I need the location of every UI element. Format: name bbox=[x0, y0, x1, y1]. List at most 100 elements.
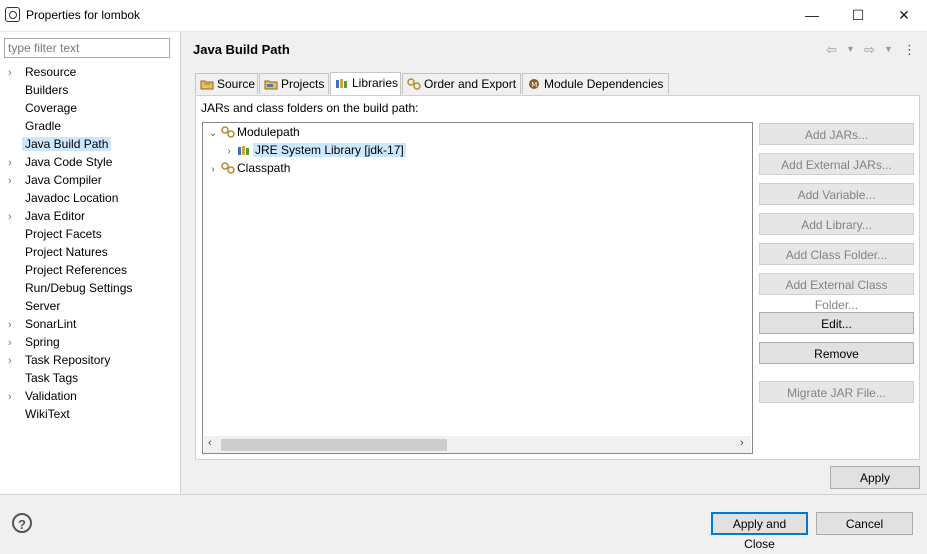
horizontal-scrollbar[interactable]: ‹ › bbox=[204, 436, 751, 453]
expand-arrow-icon[interactable]: › bbox=[8, 316, 22, 334]
nav-item-sonarlint[interactable]: › SonarLint bbox=[8, 315, 79, 333]
nav-item-run-debug-settings[interactable]: Run/Debug Settings bbox=[8, 279, 135, 297]
nav-item-label: Coverage bbox=[25, 101, 78, 115]
add-external-class-folder-button[interactable]: Add External Class Folder... bbox=[759, 273, 914, 312]
scroll-left-icon[interactable]: ‹ bbox=[208, 437, 212, 449]
expand-arrow-icon[interactable]: › bbox=[8, 154, 22, 172]
tab-module-dependencies[interactable]: M Module Dependencies bbox=[522, 73, 669, 94]
migrate-jar-file-button[interactable]: Migrate JAR File... bbox=[759, 381, 914, 403]
tree-node-jre-system-library[interactable]: › JRE System Library [jdk-17] bbox=[223, 141, 406, 159]
nav-item-server[interactable]: Server bbox=[8, 297, 63, 315]
tree-node-classpath[interactable]: › Classpath bbox=[207, 159, 290, 177]
nav-item-project-natures[interactable]: Project Natures bbox=[8, 243, 111, 261]
nav-item-java-compiler[interactable]: › Java Compiler bbox=[8, 171, 105, 189]
view-menu-icon[interactable]: ⋮ bbox=[903, 42, 916, 58]
collapse-arrow-icon[interactable]: › bbox=[207, 161, 219, 179]
forward-menu-icon[interactable]: ▼ bbox=[884, 44, 893, 54]
add-external-jars-button[interactable]: Add External JARs... bbox=[759, 153, 914, 175]
expand-arrow-icon[interactable]: › bbox=[8, 172, 22, 190]
expand-arrow-icon[interactable]: › bbox=[8, 208, 22, 226]
apply-button[interactable]: Apply bbox=[830, 466, 920, 489]
cancel-button[interactable]: Cancel bbox=[816, 512, 913, 535]
nav-item-label: WikiText bbox=[25, 407, 70, 421]
nav-item-label: Javadoc Location bbox=[25, 191, 119, 205]
scrollbar-thumb[interactable] bbox=[221, 439, 447, 451]
nav-item-project-facets[interactable]: Project Facets bbox=[8, 225, 105, 243]
apply-and-close-button[interactable]: Apply and Close bbox=[711, 512, 808, 551]
svg-text:M: M bbox=[531, 81, 537, 89]
jre-library-icon bbox=[237, 143, 251, 155]
libraries-tab-content: JARs and class folders on the build path… bbox=[195, 95, 920, 460]
scroll-right-icon[interactable]: › bbox=[740, 437, 744, 449]
nav-item-label: Gradle bbox=[25, 119, 62, 133]
nav-item-wikitext[interactable]: WikiText bbox=[8, 405, 73, 423]
tree-node-modulepath[interactable]: ⌄ Modulepath bbox=[207, 123, 300, 141]
back-arrow-icon[interactable]: ⇦ bbox=[826, 42, 837, 58]
nav-item-label: SonarLint bbox=[25, 317, 77, 331]
back-menu-icon[interactable]: ▼ bbox=[846, 44, 855, 54]
nav-item-label: Project References bbox=[25, 263, 128, 277]
tab-libraries[interactable]: Libraries bbox=[330, 72, 401, 95]
property-page: Java Build Path ⇦ ▼ ⇨ ▼ ⋮ Source Project… bbox=[181, 32, 927, 494]
add-library-button[interactable]: Add Library... bbox=[759, 213, 914, 235]
nav-item-label: Validation bbox=[25, 389, 77, 403]
nav-item-label: Task Tags bbox=[25, 371, 79, 385]
nav-item-validation[interactable]: › Validation bbox=[8, 387, 80, 405]
nav-item-java-code-style[interactable]: › Java Code Style bbox=[8, 153, 115, 171]
window-title: Properties for lombok bbox=[26, 8, 141, 22]
source-folder-icon bbox=[200, 76, 214, 90]
minimize-button[interactable]: — bbox=[789, 0, 835, 31]
nav-item-label: Builders bbox=[25, 83, 69, 97]
eclipse-app-icon bbox=[5, 7, 20, 22]
nav-item-label: Task Repository bbox=[25, 353, 111, 367]
nav-item-project-references[interactable]: Project References bbox=[8, 261, 130, 279]
add-variable-button[interactable]: Add Variable... bbox=[759, 183, 914, 205]
expand-arrow-icon[interactable]: › bbox=[8, 64, 22, 82]
expand-arrow-icon[interactable]: ⌄ bbox=[207, 125, 219, 143]
nav-item-label: Java Editor bbox=[25, 209, 86, 223]
nav-item-gradle[interactable]: Gradle bbox=[8, 117, 64, 135]
nav-item-label: Java Code Style bbox=[25, 155, 113, 169]
build-path-tree[interactable]: ⌄ Modulepath › JRE System Library [jdk-17]… bbox=[202, 122, 753, 454]
nav-item-coverage[interactable]: Coverage bbox=[8, 99, 80, 117]
nav-item-java-editor[interactable]: › Java Editor bbox=[8, 207, 88, 225]
expand-arrow-icon[interactable]: › bbox=[8, 388, 22, 406]
nav-item-label: Java Build Path bbox=[22, 137, 112, 151]
nav-item-label: Run/Debug Settings bbox=[25, 281, 133, 295]
nav-item-resource[interactable]: › Resource bbox=[8, 63, 79, 81]
nav-item-spring[interactable]: › Spring bbox=[8, 333, 63, 351]
filter-input[interactable] bbox=[4, 38, 170, 58]
edit-button[interactable]: Edit... bbox=[759, 312, 914, 334]
nav-item-java-build-path[interactable]: Java Build Path bbox=[8, 135, 112, 153]
add-jars-button[interactable]: Add JARs... bbox=[759, 123, 914, 145]
nav-item-javadoc-location[interactable]: Javadoc Location bbox=[8, 189, 121, 207]
nav-item-label: Java Compiler bbox=[25, 173, 102, 187]
modulepath-icon bbox=[221, 125, 235, 138]
classpath-icon bbox=[221, 161, 235, 174]
maximize-button[interactable]: ☐ bbox=[835, 0, 881, 31]
tab-source[interactable]: Source bbox=[195, 73, 258, 94]
nav-item-task-repository[interactable]: › Task Repository bbox=[8, 351, 113, 369]
tab-order-and-export[interactable]: Order and Export bbox=[402, 73, 521, 94]
remove-button[interactable]: Remove bbox=[759, 342, 914, 364]
module-dependencies-icon: M bbox=[527, 76, 541, 89]
close-button[interactable]: ✕ bbox=[881, 0, 927, 31]
nav-item-label: Resource bbox=[25, 65, 77, 79]
order-export-icon bbox=[407, 76, 421, 90]
nav-item-task-tags[interactable]: Task Tags bbox=[8, 369, 81, 387]
nav-item-builders[interactable]: Builders bbox=[8, 81, 71, 99]
title-bar: Properties for lombok — ☐ ✕ bbox=[0, 0, 927, 32]
forward-arrow-icon[interactable]: ⇨ bbox=[864, 42, 875, 58]
dialog-footer: ? Apply and Close Cancel bbox=[0, 494, 927, 551]
libraries-icon bbox=[335, 75, 349, 88]
nav-item-label: Project Natures bbox=[25, 245, 108, 259]
expand-arrow-icon[interactable]: › bbox=[8, 334, 22, 352]
tab-projects[interactable]: Projects bbox=[259, 73, 329, 94]
property-pages-panel: ›ResourceBuildersCoverageGradleJava Buil… bbox=[0, 32, 181, 494]
nav-item-label: Server bbox=[25, 299, 61, 313]
projects-icon bbox=[264, 76, 278, 90]
help-icon[interactable]: ? bbox=[12, 513, 32, 533]
nav-item-label: Spring bbox=[25, 335, 60, 349]
expand-arrow-icon[interactable]: › bbox=[8, 352, 22, 370]
add-class-folder-button[interactable]: Add Class Folder... bbox=[759, 243, 914, 265]
